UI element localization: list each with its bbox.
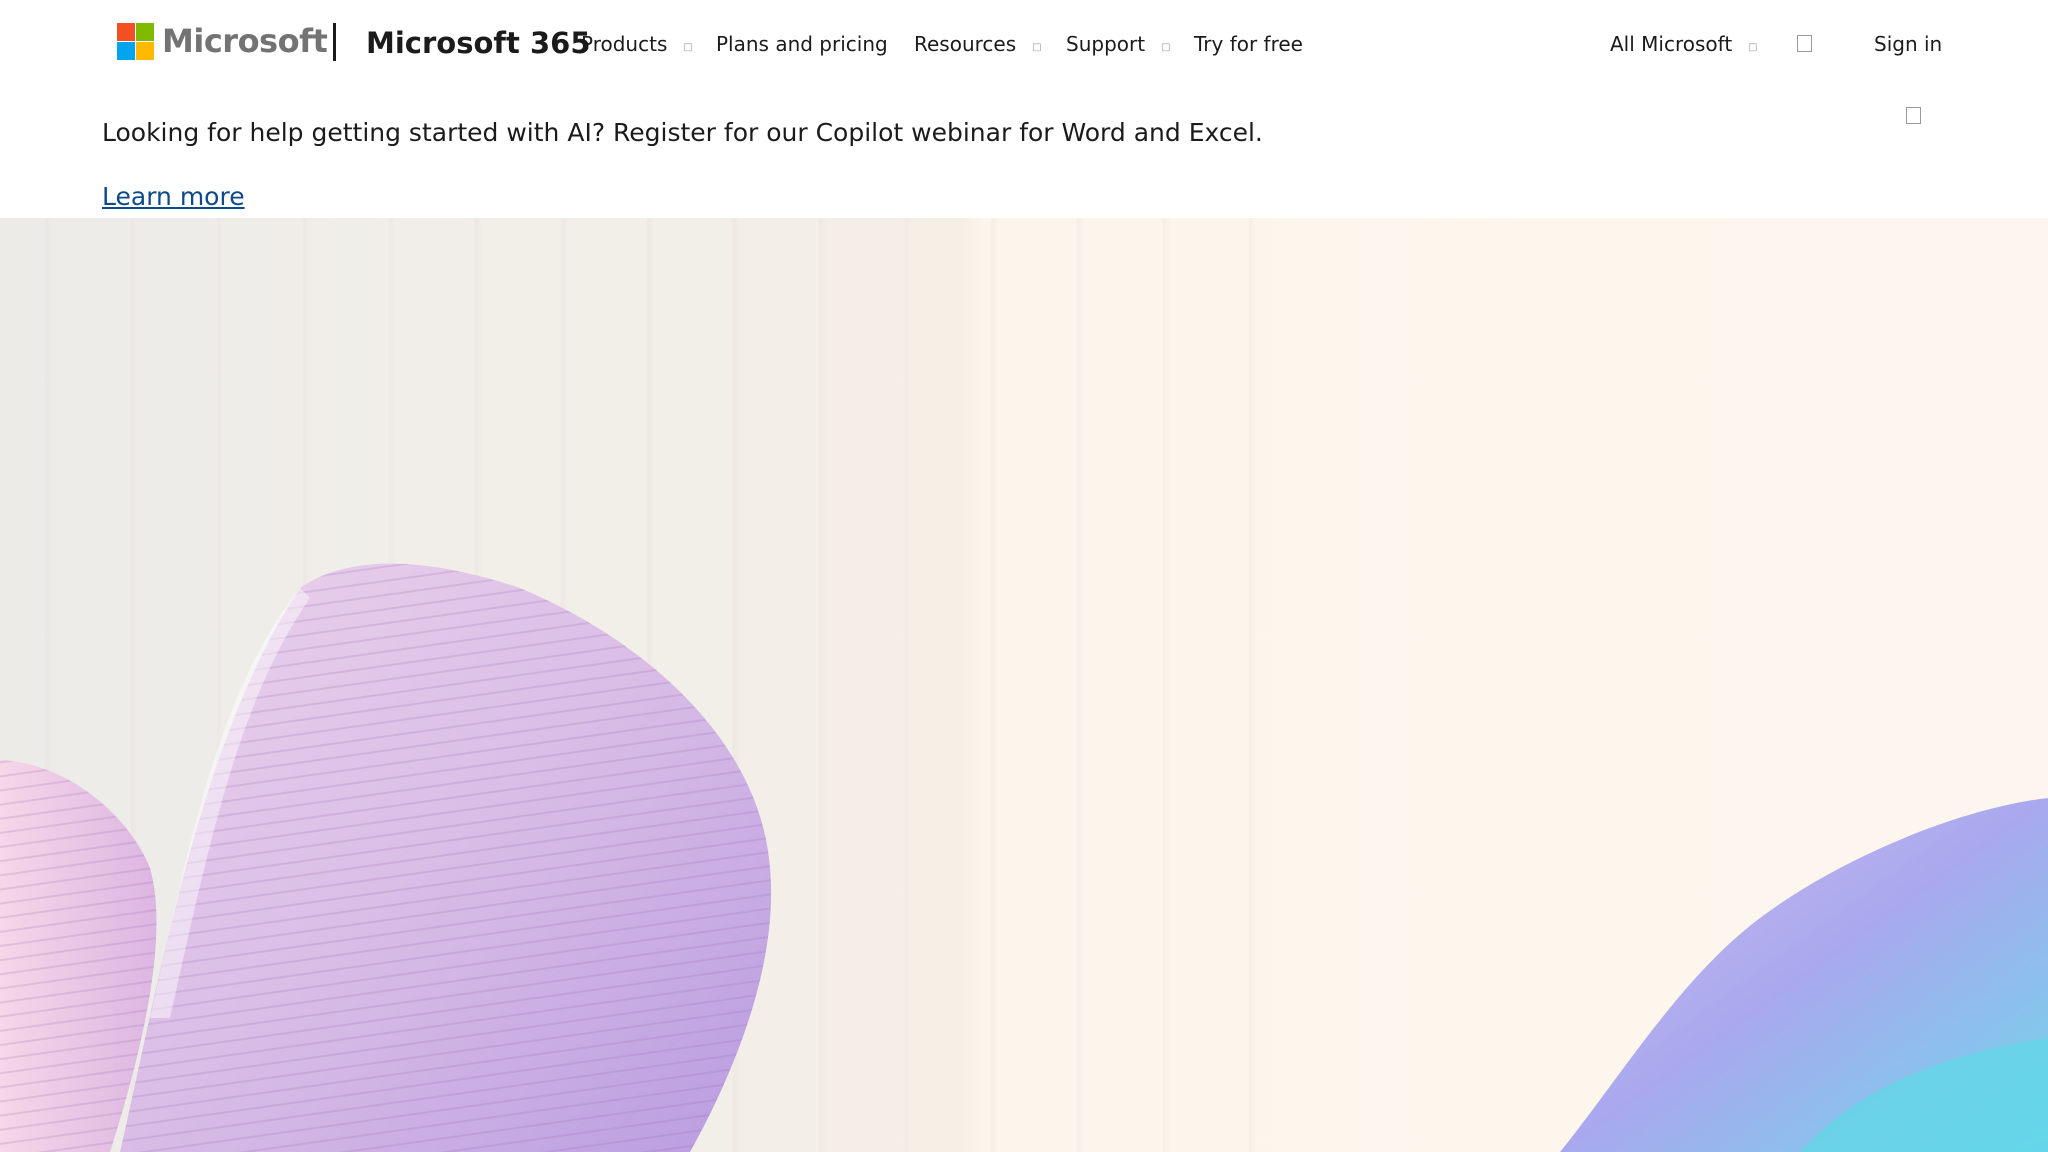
nav-products-label: Products [581,32,668,56]
close-icon[interactable] [1906,107,1921,124]
nav-plans-label: Plans and pricing [716,32,888,56]
header-divider [333,23,336,61]
nav-try-for-free[interactable]: Try for free [1194,28,1303,60]
sign-in-label: Sign in [1874,32,1943,56]
nav-resources-label: Resources [914,32,1017,56]
microsoft-logo-text: Microsoft [162,22,328,60]
nav-plans-and-pricing[interactable]: Plans and pricing [716,28,888,60]
banner-message: Looking for help getting started with AI… [102,118,1263,147]
nav-support[interactable]: Support □ [1066,28,1171,60]
microsoft-logo-icon [117,22,154,60]
nav-try-label: Try for free [1194,32,1303,56]
promo-banner: Looking for help getting started with AI… [0,88,2048,218]
microsoft-logo[interactable]: Microsoft [117,21,328,61]
product-title[interactable]: Microsoft 365 [366,23,591,63]
all-microsoft-menu[interactable]: All Microsoft □ [1610,28,1758,60]
nav-products[interactable]: Products □ [581,28,693,60]
all-microsoft-label: All Microsoft [1610,32,1733,56]
search-icon[interactable] [1797,35,1812,52]
site-header: Microsoft Microsoft 365 Products □ Plans… [0,0,2048,88]
chevron-down-icon: □ [1161,42,1171,53]
nav-resources[interactable]: Resources □ [914,28,1042,60]
hero-image [0,218,2048,1152]
nav-support-label: Support [1066,32,1146,56]
hero-ribbon-illustration [0,563,2048,1152]
chevron-down-icon: □ [683,42,693,53]
sign-in-link[interactable]: Sign in [1874,28,1942,60]
learn-more-link[interactable]: Learn more [102,177,245,217]
chevron-down-icon: □ [1032,42,1042,53]
chevron-down-icon: □ [1748,42,1758,53]
